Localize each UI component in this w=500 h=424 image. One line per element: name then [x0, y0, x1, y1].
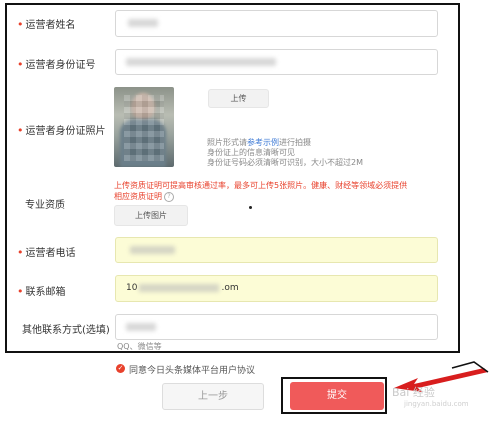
help-icon[interactable]: ?: [164, 191, 174, 202]
other-contact-input[interactable]: [115, 314, 438, 340]
prev-step-button[interactable]: 上一步: [162, 383, 264, 410]
other-contact-hint: QQ、微信等: [117, 342, 162, 351]
required-marker: •: [17, 58, 24, 71]
photo-mosaic: [124, 95, 164, 161]
id-photo-thumbnail[interactable]: [114, 87, 174, 167]
watermark-url: jingyan.baidu.com: [404, 400, 469, 408]
required-marker: •: [17, 124, 24, 137]
phone-label: • 运营者电话: [17, 246, 76, 259]
redacted-value: [126, 323, 156, 331]
submit-button[interactable]: 提交: [290, 382, 384, 410]
upload-image-button[interactable]: 上传图片: [114, 205, 188, 226]
other-contact-label: 其他联系方式(选填): [22, 325, 110, 336]
email-label: • 联系邮箱: [17, 285, 66, 298]
watermark-logo: Bai 经验: [392, 386, 435, 399]
redacted-value: [130, 246, 175, 254]
operator-id-input[interactable]: [115, 49, 438, 75]
required-marker: •: [17, 18, 24, 31]
phone-input[interactable]: [115, 237, 438, 263]
email-input[interactable]: 10 .om: [115, 275, 438, 302]
email-prefix: 10: [126, 283, 138, 293]
required-marker: •: [17, 246, 24, 259]
redacted-value: [126, 58, 276, 66]
qualification-label: 专业资质: [25, 200, 65, 211]
agree-checkbox[interactable]: ✓: [116, 364, 125, 373]
operator-id-label: • 运营者身份证号: [17, 58, 96, 71]
upload-button[interactable]: 上传: [208, 89, 269, 108]
email-suffix: .om: [221, 283, 239, 293]
operator-id-photo-label: • 运营者身份证照片: [17, 124, 106, 137]
example-link[interactable]: 参考示例: [247, 138, 279, 147]
operator-name-label: • 运营者姓名: [17, 18, 76, 31]
photo-hint: 照片形式请参考示例进行拍摄 身份证上的信息清晰可见 身份证号码必须清晰可识别，大…: [207, 138, 363, 167]
redacted-value: [139, 283, 220, 292]
redacted-value: [128, 19, 158, 27]
agreement-text[interactable]: 同意今日头条媒体平台用户协议: [129, 363, 255, 376]
required-marker: •: [17, 285, 24, 298]
qualification-warning: 上传资质证明可提高审核通过率，最多可上传5张照片。健康、财经等领域必须提供 相应…: [114, 181, 408, 202]
cursor-dot: [249, 206, 252, 209]
operator-name-input[interactable]: [115, 10, 438, 37]
